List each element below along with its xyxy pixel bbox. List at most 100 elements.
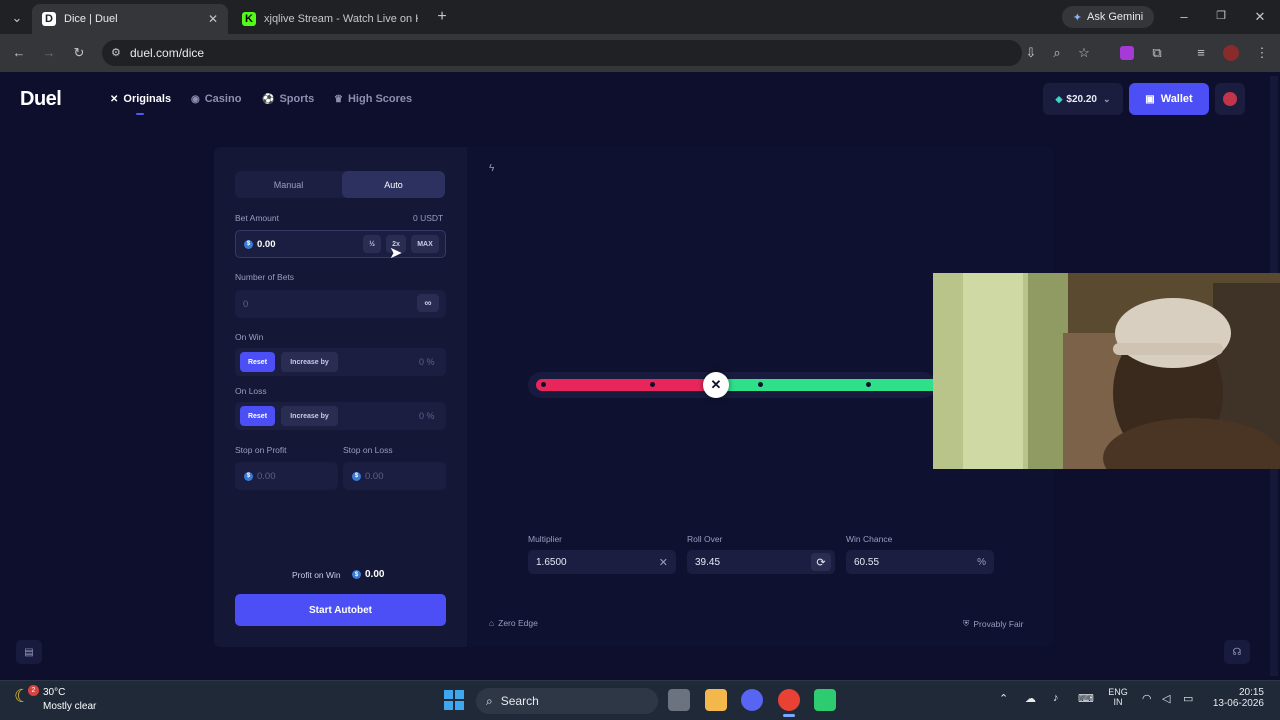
onedrive-cloud-icon[interactable]: ☁ [1025, 692, 1036, 705]
number-of-bets-input[interactable]: 0 [235, 290, 446, 318]
reading-list-icon[interactable]: ≡ [1192, 45, 1210, 60]
provably-fair-link[interactable]: ⛨ Provably Fair [963, 618, 1023, 629]
percent-sign: % [977, 556, 986, 568]
max-bet-button[interactable]: MAX [411, 235, 439, 253]
auto-mode-button[interactable]: Auto [342, 171, 445, 198]
clock-date: 13-06-2026 [1212, 698, 1264, 709]
on-win-label: On Win [235, 332, 264, 342]
battery-icon[interactable]: ▭ [1183, 692, 1193, 705]
mouse-cursor-icon: ➤ [389, 245, 403, 262]
slider-tick [758, 382, 763, 387]
balance-dropdown[interactable]: ◆ $20.20 ⌄ [1043, 83, 1123, 115]
language-indicator[interactable]: ENG IN [1107, 687, 1129, 707]
volume-icon[interactable]: ◁ [1162, 692, 1170, 705]
tab-title: xjqlive Stream - Watch Live on K [264, 13, 418, 25]
reload-icon[interactable]: ↻ [70, 45, 88, 61]
half-bet-button[interactable]: ½ [363, 235, 381, 253]
address-bar[interactable]: ⚙ duel.com/dice [102, 40, 1022, 66]
new-tab-plus-icon[interactable]: + [433, 8, 451, 26]
on-win-increase-button[interactable]: Increase by [281, 352, 338, 372]
install-app-icon[interactable]: ⇩ [1022, 45, 1040, 61]
bookmark-star-icon[interactable]: ☆ [1075, 45, 1093, 61]
tab-kick-stream[interactable]: K xjqlive Stream - Watch Live on K [232, 4, 428, 34]
chat-toggle-button[interactable]: ▤ [16, 640, 42, 664]
profile-avatar-icon[interactable] [1223, 45, 1239, 61]
roll-over-input[interactable]: 39.45 ⟳ [687, 550, 835, 574]
discord-icon[interactable] [741, 689, 763, 711]
roll-over-label: Roll Over [687, 534, 723, 544]
lose-range-bar [536, 379, 716, 391]
nav-high-scores[interactable]: ♛ High Scores [334, 93, 412, 105]
duel-logo[interactable]: Duel [20, 88, 62, 111]
microphone-icon[interactable]: ♪ [1053, 692, 1059, 704]
number-of-bets-label: Number of Bets [235, 272, 295, 282]
bet-currency-label: 0 USDT [413, 213, 444, 223]
nav-sports[interactable]: ⚽ Sports [262, 93, 314, 105]
lightning-icon[interactable]: ϟ [489, 163, 494, 174]
windows-start-icon[interactable] [444, 690, 464, 710]
multiplier-value: 1.6500 [536, 556, 567, 568]
wifi-icon[interactable]: ◠ [1142, 692, 1152, 705]
win-chance-input[interactable]: 60.55 % [846, 550, 994, 574]
site-info-icon[interactable]: ⚙ [111, 46, 121, 59]
manual-mode-button[interactable]: Manual [237, 171, 340, 198]
win-chance-label: Win Chance [846, 534, 893, 544]
usdt-coin-icon: $ [352, 570, 361, 579]
clock[interactable]: 20:15 13-06-2026 [1208, 687, 1264, 709]
on-loss-label: On Loss [235, 386, 267, 396]
forward-arrow-icon[interactable]: → [40, 45, 58, 60]
back-arrow-icon[interactable]: ← [10, 45, 28, 60]
wallet-icon: ▣ [1145, 93, 1155, 105]
on-loss-increase-button[interactable]: Increase by [281, 406, 338, 426]
roll-over-slider-handle[interactable]: ✕ [703, 372, 729, 398]
webcam-feed-image [933, 273, 1280, 469]
on-win-reset-button[interactable]: Reset [240, 352, 275, 372]
provably-fair-label: Provably Fair [973, 618, 1024, 629]
keyboard-icon[interactable]: ⌨ [1078, 692, 1094, 705]
number-of-bets-value: 0 [243, 298, 249, 310]
infinity-bets-button[interactable]: ∞ [417, 294, 439, 312]
extension-shield-icon[interactable] [1120, 46, 1134, 60]
wallet-button[interactable]: ▣ Wallet [1129, 83, 1209, 115]
chrome-menu-icon[interactable]: ⋮ [1253, 45, 1271, 61]
restore-window-icon[interactable]: ❐ [1212, 9, 1230, 22]
win-range-bar [716, 379, 936, 391]
on-loss-percent-input[interactable]: 0 % [419, 411, 435, 421]
profile-button[interactable] [1215, 83, 1245, 115]
region-code: IN [1113, 697, 1123, 707]
balance-amount: $20.20 [1066, 93, 1097, 105]
file-explorer-icon[interactable] [705, 689, 727, 711]
start-autobet-button[interactable]: Start Autobet [235, 594, 446, 626]
close-tab-icon[interactable]: ✕ [208, 12, 218, 26]
on-win-percent-input[interactable]: 0 % [419, 357, 435, 367]
stop-on-profit-input[interactable]: $ 0.00 [235, 462, 338, 490]
weather-temp[interactable]: 30°C [43, 687, 65, 698]
weather-desc[interactable]: Mostly clear [43, 701, 96, 712]
on-win-value: 0 [419, 357, 425, 367]
on-loss-reset-button[interactable]: Reset [240, 406, 275, 426]
swap-roll-direction-icon[interactable]: ⟳ [811, 553, 831, 571]
on-loss-value: 0 [419, 411, 425, 421]
task-view-icon[interactable] [668, 689, 690, 711]
zero-edge-link[interactable]: ⌂ Zero Edge [489, 618, 538, 628]
zoom-icon[interactable]: ⌕ [1048, 45, 1066, 61]
extensions-puzzle-icon[interactable]: ⧉ [1148, 45, 1166, 61]
slider-tick [866, 382, 871, 387]
chrome-icon[interactable] [778, 689, 800, 711]
minimize-icon[interactable]: – [1175, 9, 1193, 24]
show-hidden-icons-chevron-icon[interactable]: ⌃ [999, 692, 1008, 705]
android-studio-icon[interactable] [814, 689, 836, 711]
support-button[interactable]: ☊ [1224, 640, 1250, 664]
tab-search-chevron-icon[interactable]: ⌄ [8, 10, 26, 26]
tab-title: Dice | Duel [64, 13, 118, 25]
nav-casino[interactable]: ◉ Casino [191, 93, 241, 105]
search-label: Search [500, 694, 539, 708]
stop-on-loss-input[interactable]: $ 0.00 [343, 462, 446, 490]
taskbar-search-box[interactable]: ⌕ Search [476, 688, 658, 714]
close-window-icon[interactable]: ✕ [1251, 9, 1269, 25]
win-chance-value: 60.55 [854, 556, 880, 568]
tab-dice-duel[interactable]: D Dice | Duel ✕ [32, 4, 228, 34]
ask-gemini-button[interactable]: ✦ Ask Gemini [1062, 6, 1154, 28]
nav-originals[interactable]: ✕ Originals [110, 93, 171, 105]
multiplier-input[interactable]: 1.6500 ✕ [528, 550, 676, 574]
